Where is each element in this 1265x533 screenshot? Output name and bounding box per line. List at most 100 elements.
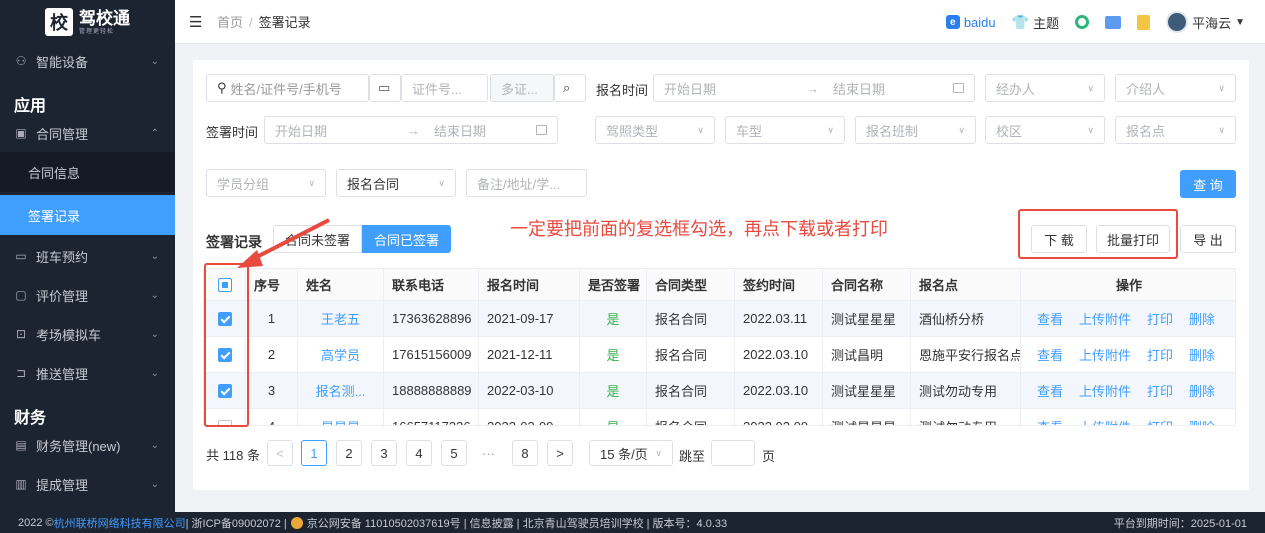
multi-id-input[interactable]: 多证... [490, 74, 554, 102]
signup-point-select[interactable]: 报名点 ∨ [1115, 116, 1236, 144]
note-icon[interactable] [1137, 14, 1151, 30]
expire-date: 平台到期时间：2025-01-01 [1113, 517, 1247, 530]
chevron-down-icon: ∨ [1218, 82, 1225, 93]
bus-icon: ▭ [15, 249, 27, 263]
upload-attachment-link[interactable]: 上传附件 [1079, 345, 1131, 364]
id-card-icon[interactable]: ▭ [369, 74, 401, 102]
search-icon[interactable]: ⌕ [554, 74, 586, 102]
monitor-icon[interactable] [1105, 15, 1122, 29]
records-table: 序号 姓名 联系电话 报名时间 是否签署 合同类型 签约时间 合同名称 报名点 … [203, 268, 1236, 426]
print-link[interactable]: 打印 [1147, 345, 1173, 364]
print-link[interactable]: 打印 [1147, 417, 1173, 425]
next-page-button[interactable]: > [547, 440, 573, 466]
upload-attachment-link[interactable]: 上传附件 [1079, 417, 1131, 425]
upload-attachment-link[interactable]: 上传附件 [1079, 309, 1131, 328]
shirt-icon: 👕 [1011, 13, 1030, 30]
signup-point: 恩施平安行报名点 [919, 348, 1021, 363]
batch-print-button[interactable]: 批量打印 [1096, 225, 1170, 253]
page-button[interactable]: 8 [512, 440, 538, 466]
footer: 2022 © 杭州联桥网络科技有限公司 | 浙ICP备09002072 | 京公网… [0, 512, 1265, 533]
company-link[interactable]: 杭州联桥网络科技有限公司 [54, 515, 186, 531]
referrer-select[interactable]: 介绍人 ∨ [1115, 74, 1236, 102]
view-link[interactable]: 查看 [1037, 417, 1063, 425]
view-link[interactable]: 查看 [1037, 309, 1063, 328]
prev-page-button[interactable]: < [267, 440, 293, 466]
breadcrumb-current: 签署记录 [258, 15, 311, 30]
refresh-icon[interactable] [1075, 15, 1090, 29]
sidebar-item-bus-booking[interactable]: ▭ 班车预约 ⌄ [0, 237, 175, 275]
print-link[interactable]: 打印 [1147, 381, 1173, 400]
campus-select[interactable]: 校区 ∨ [985, 116, 1105, 144]
chevron-down-icon: ⌄ [150, 289, 159, 301]
student-name-link[interactable]: 星星星 [321, 417, 360, 425]
chevron-down-icon: ∨ [308, 177, 315, 188]
contract-name: 测试星星星 [831, 312, 897, 327]
contract-type-select[interactable]: 报名合同 ∨ [336, 169, 456, 197]
download-button[interactable]: 下 载 [1031, 225, 1087, 253]
main-panel: ⚲ 姓名/证件号/手机号 ▭ 证件号... 多证... ⌕ 报名时间 开始日期 → 结… [193, 60, 1249, 490]
sidebar-item-contract-info[interactable]: 合同信息 [0, 152, 175, 192]
sidebar-item-sign-records[interactable]: 签署记录 [0, 195, 175, 235]
student-name-link[interactable]: 报名测... [316, 381, 366, 400]
contract-icon: ▣ [15, 126, 27, 140]
print-link[interactable]: 打印 [1147, 309, 1173, 328]
delete-link[interactable]: 删除 [1189, 417, 1215, 425]
delete-link[interactable]: 删除 [1189, 345, 1215, 364]
page-button[interactable]: 3 [371, 440, 397, 466]
id-number-input[interactable]: 证件号... [401, 74, 488, 102]
theme-button[interactable]: 👕 主题 [1012, 13, 1059, 32]
chevron-down-icon: ⌄ [150, 328, 159, 340]
student-name-link[interactable]: 高学员 [321, 345, 360, 364]
sidebar-item-commission-mgmt[interactable]: ▥ 提成管理 ⌄ [0, 465, 175, 503]
license-type-select[interactable]: 驾照类型 ∨ [595, 116, 715, 144]
sign-time: 2022.03.10 [743, 347, 809, 362]
page-size-select[interactable]: 15 条/页 ∨ [589, 440, 673, 466]
sidebar-item-finance-mgmt[interactable]: ▤ 财务管理(new) ⌄ [0, 426, 175, 464]
contract-type: 报名合同 [655, 312, 708, 327]
row-number: 4 [268, 419, 275, 425]
pagination-total: 共 118 条 [206, 448, 260, 463]
view-link[interactable]: 查看 [1037, 381, 1063, 400]
phone: 18888888889 [392, 383, 472, 398]
page-button[interactable]: 2 [336, 440, 362, 466]
export-button[interactable]: 导 出 [1180, 225, 1236, 253]
user-menu[interactable]: 平海云 ▼ [1166, 11, 1245, 33]
sidebar-item-promo-mgmt[interactable]: ⊐ 推送管理 ⌄ [0, 354, 175, 392]
page-button[interactable]: 4 [406, 440, 432, 466]
menu-fold-icon[interactable]: ☰ [189, 13, 205, 31]
sign-time: 2022.03.10 [743, 383, 809, 398]
contract-type: 报名合同 [655, 417, 707, 425]
page-button[interactable]: 1 [301, 440, 327, 466]
chevron-down-icon: ⌄ [150, 55, 159, 67]
delete-link[interactable]: 删除 [1189, 381, 1215, 400]
baidu-link[interactable]: e baidu [945, 15, 996, 30]
breadcrumb-home[interactable]: 首页 [217, 15, 243, 30]
sidebar-item-contract-mgmt[interactable]: ▣ 合同管理 ⌃ [0, 114, 175, 152]
sign-time: 2022.03.11 [743, 311, 808, 326]
sidebar-item-review-mgmt[interactable]: ▢ 评价管理 ⌄ [0, 276, 175, 314]
sign-date-range[interactable]: 开始日期 → 结束日期 [264, 116, 558, 144]
upload-attachment-link[interactable]: 上传附件 [1079, 381, 1131, 400]
agent-select[interactable]: 经办人 ∨ [985, 74, 1105, 102]
phone: 17615156009 [392, 347, 472, 362]
signup-date: 2021-12-11 [487, 347, 553, 362]
query-button[interactable]: 查 询 [1180, 170, 1236, 198]
page-button[interactable]: 5 [441, 440, 467, 466]
chevron-down-icon: ⌄ [150, 250, 159, 262]
signup-class-select[interactable]: 报名班制 ∨ [855, 116, 976, 144]
delete-link[interactable]: 删除 [1189, 309, 1215, 328]
name-search-input[interactable]: ⚲ 姓名/证件号/手机号 [206, 74, 369, 102]
sidebar-item-smart-devices[interactable]: ⚇ 智能设备 ⌄ [0, 42, 175, 80]
view-link[interactable]: 查看 [1037, 345, 1063, 364]
table-row: 4 星星星 16657117336 2022-03-09 是 报名合同 2022.03.09… [204, 409, 1235, 425]
car-type-select[interactable]: 车型 ∨ [725, 116, 845, 144]
sidebar-item-exam-sim[interactable]: ⊡ 考场模拟车 ⌄ [0, 315, 175, 353]
student-name-link[interactable]: 王老五 [321, 309, 360, 328]
pagination-ellipsis[interactable]: ··· [482, 446, 495, 461]
signup-date-range[interactable]: 开始日期 → 结束日期 [653, 74, 975, 102]
student-group-select[interactable]: 学员分组 ∨ [206, 169, 326, 197]
jump-page-input[interactable] [711, 440, 755, 466]
tab-signed[interactable]: 合同已签署 [362, 225, 451, 253]
remark-input[interactable]: 备注/地址/学... [466, 169, 587, 197]
chevron-up-icon: ⌃ [150, 127, 159, 139]
